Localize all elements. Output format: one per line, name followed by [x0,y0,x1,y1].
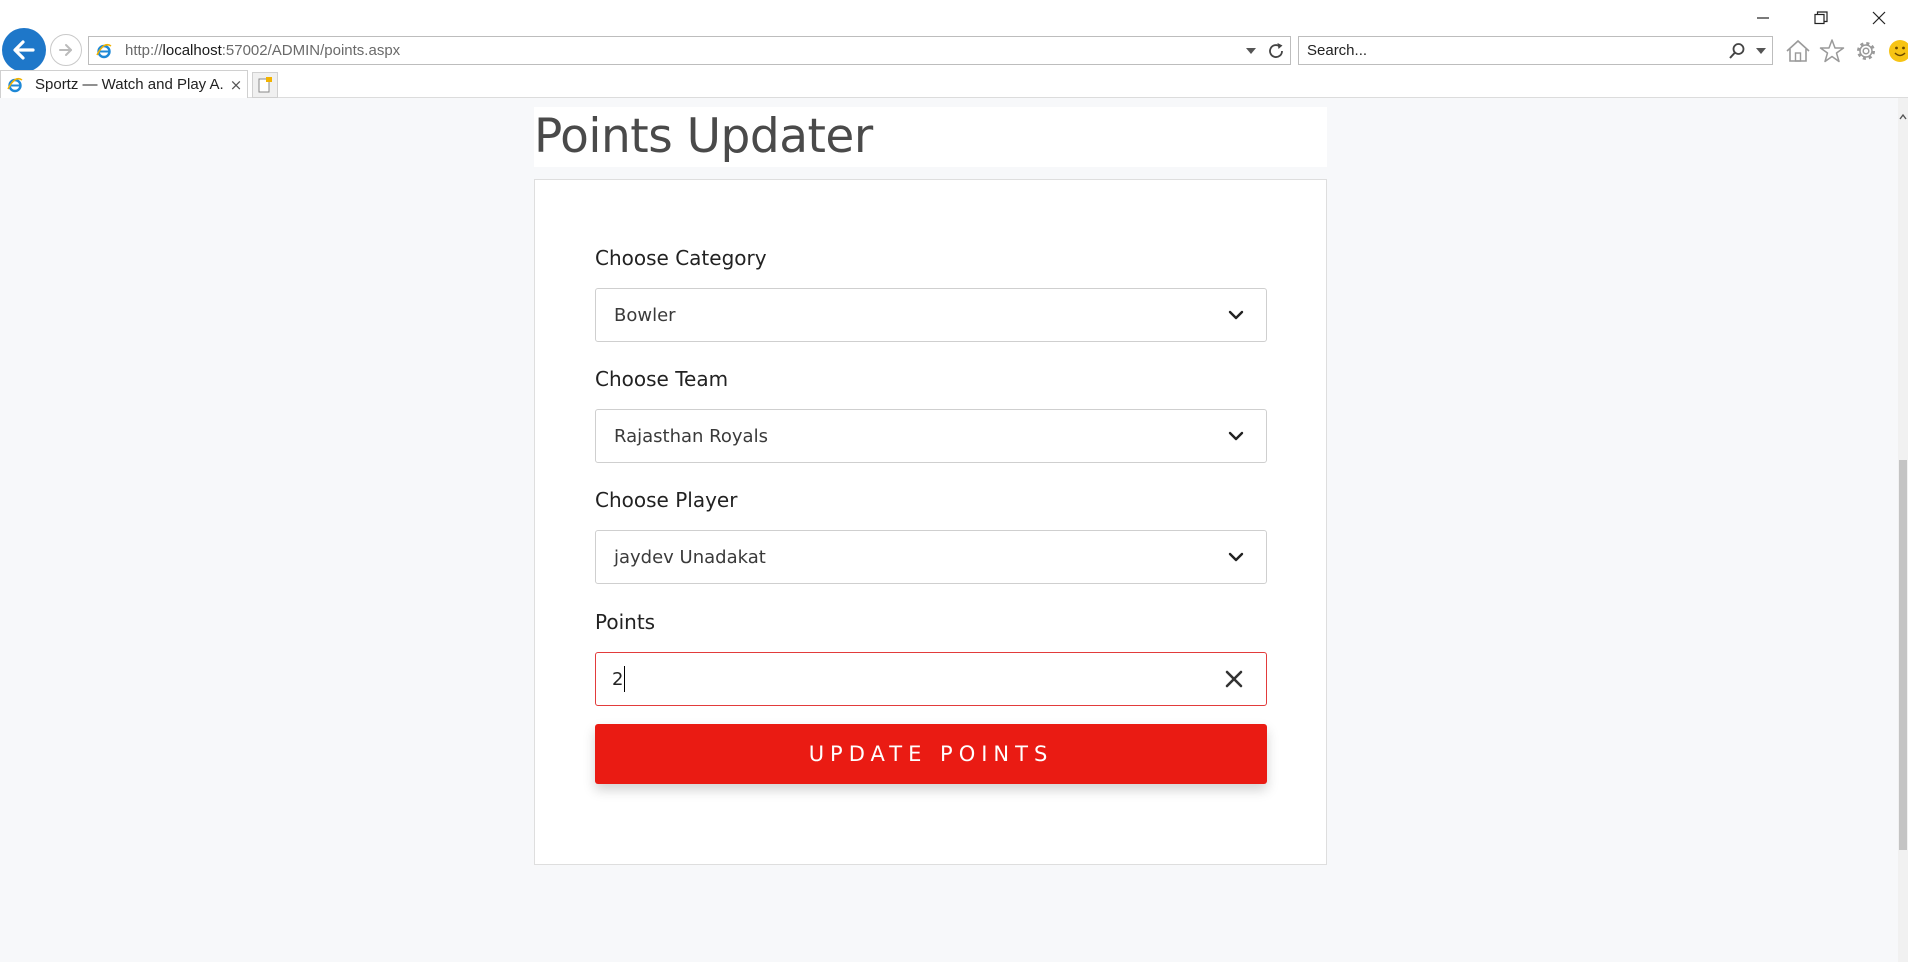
window-controls [1734,0,1908,36]
favorites-button[interactable] [1817,36,1847,66]
browser-chrome: http://localhost:57002/ADMIN/points.aspx… [0,0,1908,98]
home-icon [1786,39,1810,62]
chevron-down-icon [1206,531,1266,583]
forward-button[interactable] [50,34,82,66]
address-dropdown-button[interactable] [1240,37,1262,64]
url-text[interactable]: http://localhost:57002/ADMIN/points.aspx [125,42,1240,59]
update-points-label: UPDATE POINTS [808,742,1054,766]
feedback-button[interactable] [1885,36,1908,66]
settings-button[interactable] [1851,36,1881,66]
minimize-icon [1757,17,1769,19]
new-tab-button[interactable] [252,72,278,98]
back-arrow-icon [13,40,35,60]
player-label: Choose Player [595,488,738,512]
url-prefix: http:// [125,42,163,59]
refresh-icon [1269,42,1283,58]
category-value: Bowler [614,304,676,326]
ie-logo-icon [7,77,23,93]
page-header: Points Updater [534,107,1327,167]
close-icon [1225,670,1243,688]
favorites-star-icon [1819,39,1845,63]
category-select[interactable]: Bowler [595,288,1267,342]
team-value: Rajasthan Royals [614,425,768,447]
category-label: Choose Category [595,246,767,270]
points-form: Choose Category Bowler Choose Team Rajas… [534,179,1327,865]
browser-search-bar[interactable]: Search... [1298,36,1773,65]
restore-icon [1814,11,1828,25]
points-value[interactable]: 2 [612,669,623,690]
url-host: localhost [162,42,222,59]
search-button[interactable] [1724,37,1750,64]
forward-arrow-icon [59,44,72,56]
restore-button[interactable] [1792,0,1850,36]
clear-input-button[interactable] [1220,665,1248,693]
search-icon [1729,42,1745,59]
gear-icon [1857,42,1875,60]
team-label: Choose Team [595,367,729,391]
player-select[interactable]: jaydev Unadakat [595,530,1267,584]
new-tab-icon [258,77,272,93]
close-icon [1872,11,1886,25]
address-bar[interactable]: http://localhost:57002/ADMIN/points.aspx [88,36,1291,65]
caret-down-icon [1246,47,1256,54]
tab-close-button[interactable]: × [225,74,247,96]
points-input[interactable]: 2 [595,652,1267,706]
tab-row: Sportz — Watch and Play A... × [0,70,1908,98]
page-title: Points Updater [534,109,873,164]
chevron-down-icon [1206,289,1266,341]
search-dropdown-button[interactable] [1750,37,1772,64]
page-scrollbar[interactable] [1898,98,1908,962]
close-window-button[interactable] [1850,0,1908,36]
ie-logo-icon [95,42,113,60]
tab-active[interactable]: Sportz — Watch and Play A... × [0,70,248,98]
caret-down-icon [1756,47,1766,54]
smiley-icon [1889,40,1908,62]
minimize-button[interactable] [1734,0,1792,36]
text-cursor [624,666,626,692]
update-points-button[interactable]: UPDATE POINTS [595,724,1267,784]
refresh-button[interactable] [1262,37,1290,64]
tab-title: Sportz — Watch and Play A... [35,76,225,93]
search-placeholder[interactable]: Search... [1307,42,1724,59]
player-value: jaydev Unadakat [614,546,766,568]
url-path: :57002/ADMIN/points.aspx [221,42,401,59]
back-button[interactable] [2,28,46,72]
points-label: Points [595,610,656,634]
chevron-down-icon [1206,410,1266,462]
home-button[interactable] [1783,36,1813,66]
toolbar-icons [1783,36,1908,66]
scroll-up-arrow-icon[interactable] [1898,112,1908,122]
scrollbar-thumb[interactable] [1899,460,1907,850]
team-select[interactable]: Rajasthan Royals [595,409,1267,463]
